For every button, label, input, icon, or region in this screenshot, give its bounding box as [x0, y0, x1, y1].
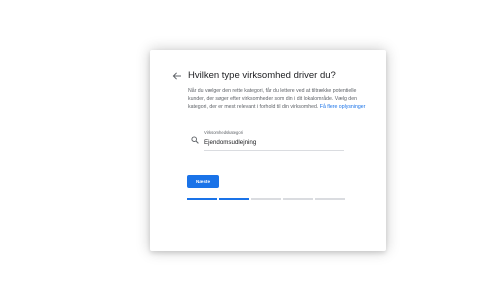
- progress-segment: [219, 198, 249, 200]
- business-category-dialog: Hvilken type virksomhed driver du? Når d…: [150, 50, 386, 251]
- progress-segment: [283, 198, 313, 200]
- dialog-description: Når du vælger den rette kategori, får du…: [188, 87, 374, 111]
- progress-segment: [251, 198, 281, 200]
- category-field[interactable]: Virksomhedskategori: [204, 130, 344, 151]
- back-arrow-icon[interactable]: [172, 71, 182, 81]
- category-input[interactable]: [204, 138, 344, 147]
- step-progress: [187, 198, 347, 200]
- progress-segment: [187, 198, 217, 200]
- learn-more-link[interactable]: Få flere oplysninger: [320, 104, 366, 110]
- search-icon: [191, 136, 199, 144]
- dialog-title: Hvilken type virksomhed driver du?: [188, 70, 336, 81]
- next-button[interactable]: Næste: [187, 175, 219, 188]
- progress-segment: [315, 198, 345, 200]
- category-field-label: Virksomhedskategori: [204, 130, 244, 135]
